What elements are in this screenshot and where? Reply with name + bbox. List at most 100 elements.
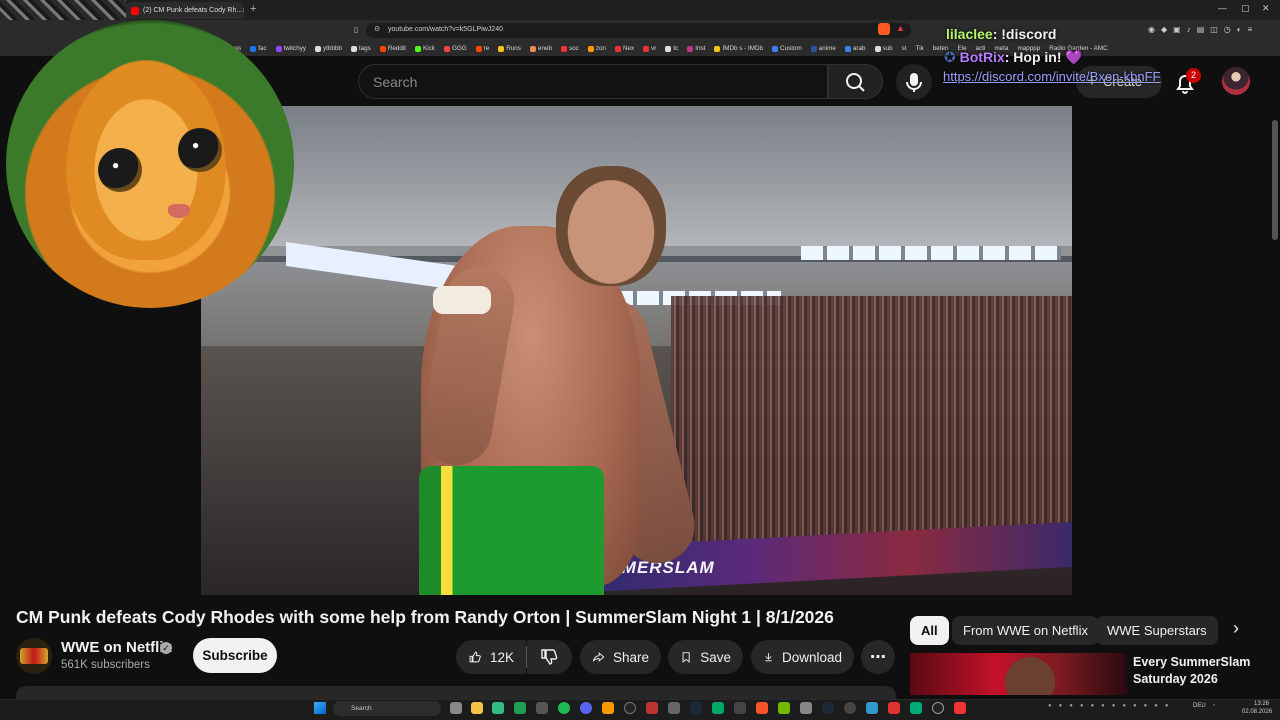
app-icon[interactable] [734,702,746,714]
bookmark-item[interactable]: twitchyy [275,45,306,52]
like-button[interactable]: 12K [456,640,526,674]
page-scrollbar[interactable] [1272,60,1278,698]
bookmark-item[interactable]: Tik [916,45,924,52]
obs-icon[interactable] [624,702,636,714]
bookmark-item[interactable]: Kick [415,45,435,52]
share-button[interactable]: Share [580,640,661,674]
close-window-icon[interactable]: ✕ [1262,3,1270,14]
clock-date[interactable]: 02.08.2026 [1242,709,1272,715]
more-actions-button[interactable]: ⋯ [861,640,895,674]
bookmark-item[interactable]: re [475,45,489,52]
bookmark-item[interactable]: IMDb s - IMDb [714,45,763,52]
site-info-icon[interactable]: ⚙ [374,25,380,33]
save-label: Save [700,649,731,665]
bookmark-item[interactable]: soc [560,45,579,52]
windows-start-icon[interactable] [314,702,326,714]
app-icon[interactable] [712,702,724,714]
app-icon[interactable] [910,702,922,714]
bookmark-item[interactable]: GGG [443,45,467,52]
voice-search-button[interactable] [896,64,932,100]
app-icon[interactable] [514,702,526,714]
taskbar-search-label: Search [351,705,372,712]
bookmark-item[interactable]: ytbbbb [315,45,342,52]
language-indicator[interactable]: DEU [1193,703,1206,709]
app-icon[interactable] [492,702,504,714]
bookmark-item[interactable]: st [902,45,907,52]
network-icon[interactable]: ◔ [1212,703,1216,709]
bookmark-item[interactable]: anime [810,45,836,52]
app-icon[interactable] [668,702,680,714]
app-icon[interactable] [822,702,834,714]
dislike-button[interactable] [527,640,572,674]
brave-rewards-icon[interactable]: ▲ [896,23,905,33]
microphone-icon [906,73,922,92]
channel-name[interactable]: WWE on Netflix [61,639,172,656]
bookmark-item[interactable]: tc [665,45,678,52]
save-button[interactable]: Save [668,640,743,674]
minimize-icon[interactable]: — [1218,3,1227,13]
app-icon[interactable] [844,702,856,714]
clock-time[interactable]: 13:26 [1254,701,1269,707]
app-icon[interactable] [888,702,900,714]
tab-close-icon[interactable]: × [242,6,244,15]
spotify-icon[interactable] [558,702,570,714]
search-input[interactable]: Search [358,64,828,99]
app-icon[interactable] [866,702,878,714]
tab-title: (2) CM Punk defeats Cody Rh... [143,7,243,14]
verified-icon: ✓ [160,642,172,654]
brave-shield-icon[interactable] [878,23,890,35]
task-view-icon[interactable] [450,702,462,714]
bookmark-item[interactable]: tags [350,45,371,52]
bookmark-item[interactable]: vr [643,45,656,52]
bookmark-item[interactable]: Reddit [379,45,406,52]
chip-wwe-superstars[interactable]: WWE Superstars [1096,616,1218,645]
bookmark-item[interactable]: sub [874,45,893,52]
subscriber-count: 561K subscribers [61,659,150,671]
app-icon[interactable] [932,702,944,714]
file-explorer-icon[interactable] [471,702,483,714]
taskbar-search[interactable]: Search [333,701,441,716]
app-icon[interactable] [646,702,658,714]
system-tray-icons[interactable]: ●●●●●●●●●●●● [1048,703,1176,709]
app-icon[interactable] [800,702,812,714]
bookmark-item[interactable]: Nex [614,45,634,52]
wrestler-head [556,166,666,286]
discord-icon[interactable] [580,702,592,714]
chip-from-channel[interactable]: From WWE on Netflix [952,616,1099,645]
nvidia-icon[interactable] [778,702,790,714]
bookmark-item[interactable]: eneb [529,45,552,52]
bookmark-item[interactable]: fac [250,45,267,52]
description-box[interactable] [16,686,896,700]
channel-avatar[interactable] [16,638,52,674]
bookmark-item[interactable]: zon [587,45,606,52]
recommended-thumbnail[interactable] [910,653,1127,695]
bookmark-item[interactable]: Custom [772,45,802,52]
chevron-right-icon[interactable]: › [1224,618,1248,642]
steam-icon[interactable] [690,702,702,714]
video-player[interactable]: SUMMERSLAM [201,106,1072,595]
recommended-video-title[interactable]: Every SummerSlam Saturday 2026 [1133,654,1263,688]
subscribe-button[interactable]: Subscribe [193,638,277,673]
search-button[interactable] [828,64,883,99]
bookmark-page-icon[interactable]: ▯ [354,25,358,34]
download-button[interactable]: Download [751,640,854,674]
video-title: CM Punk defeats Cody Rhodes with some he… [16,607,834,627]
discord-link[interactable]: https://discord.com/invite/Bxen-kbnFF [943,69,1160,84]
app-icon[interactable] [536,702,548,714]
extensions-icon[interactable]: ◉◆▣♪▤◫◷◐≡ [1148,25,1258,34]
chat-message: : Hop in! 💜 [1004,49,1083,65]
brave-icon[interactable] [756,702,768,714]
browser-tab[interactable]: (2) CM Punk defeats Cody Rh... × [126,2,244,19]
app-icon[interactable] [602,702,614,714]
app-icon[interactable] [954,702,966,714]
maximize-icon[interactable]: ▢ [1241,3,1250,14]
bookmark-item[interactable]: arab [844,45,866,52]
chip-all[interactable]: All [910,616,949,645]
streamer-cat-overlay [6,20,294,308]
bookmark-item[interactable]: Runs [498,45,521,52]
url-field[interactable]: youtube.com/watch?v=k5GLPiwJ240 [366,23,911,38]
bookmark-item[interactable]: Inst [687,45,705,52]
scrollbar-thumb[interactable] [1272,120,1278,240]
user-avatar[interactable] [1222,67,1250,95]
new-tab-button[interactable]: + [250,3,256,15]
